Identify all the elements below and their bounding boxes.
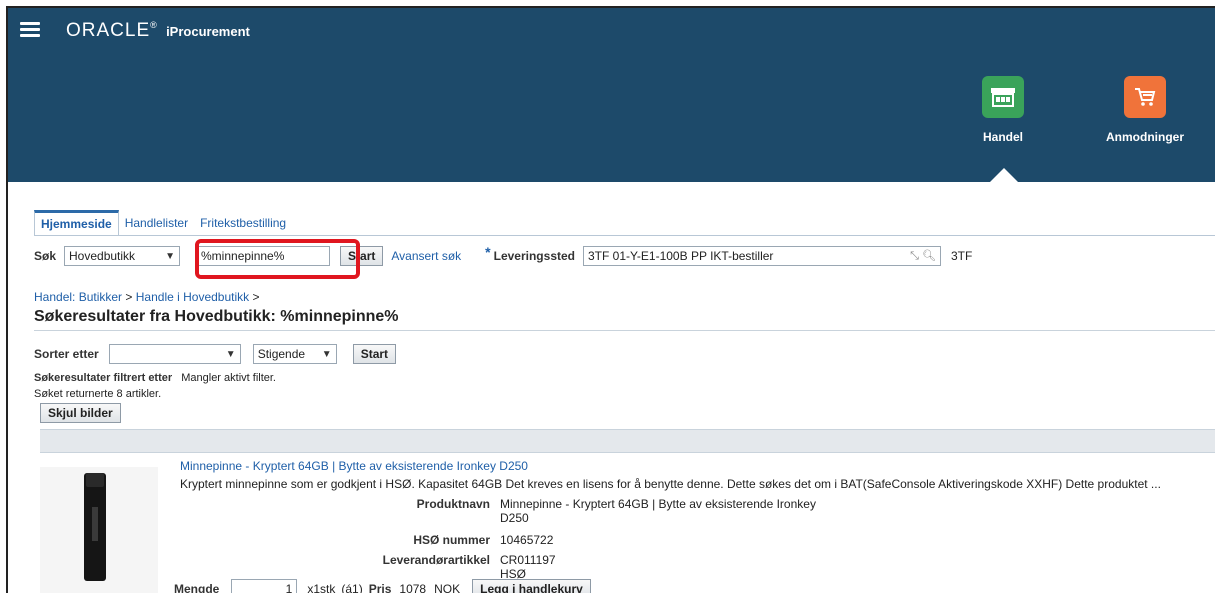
results-header — [40, 429, 1215, 453]
item-title-link[interactable]: Minnepinne - Kryptert 64GB | Bytte av ek… — [180, 459, 528, 473]
quantity-label: Mengde — [174, 582, 220, 593]
currency: NOK — [434, 582, 461, 593]
nav-tile-anmodninger[interactable]: Anmodninger — [1090, 76, 1200, 144]
unit-label: x1stk — [307, 582, 336, 593]
menu-icon[interactable] — [20, 22, 40, 38]
nav-tile-handel[interactable]: Handel — [948, 76, 1058, 144]
breadcrumb-separator: > — [125, 290, 133, 304]
unit-each: (á1) — [341, 582, 363, 593]
attr-value: Minnepinne - Kryptert 64GB | Bytte av ek… — [500, 497, 816, 511]
sort-field-select[interactable]: ▼ — [108, 344, 241, 364]
delivery-location-field[interactable]: 3TF 01-Y-E1-100B PP IKT-bestiller ⤡ 🔍︎ — [583, 246, 941, 266]
add-to-cart-button[interactable]: Legg i handlekurv — [472, 579, 591, 593]
chevron-down-icon: ▼ — [165, 250, 176, 262]
attr-value: 10465722 — [500, 533, 554, 547]
filter-value: Mangler aktivt filter. — [181, 372, 276, 384]
sort-start-button[interactable]: Start — [352, 344, 397, 364]
search-start-button[interactable]: Start — [340, 246, 384, 266]
nav-tile-label: Handel — [982, 130, 1023, 144]
sort-order-select[interactable]: Stigende ▼ — [252, 344, 337, 364]
result-item: Minnepinne - Kryptert 64GB | Bytte av ek… — [40, 453, 1215, 593]
browser-frame: ORACLE® iProcurement Handel Anmodninger … — [6, 6, 1215, 593]
product-name: iProcurement — [166, 24, 250, 39]
tab-divider — [34, 235, 1215, 236]
breadcrumb: Handel: Butikker > Handle i Hovedbutikk … — [34, 290, 260, 304]
main-content: Hjemmeside Handlelister Fritekstbestilli… — [22, 182, 1215, 593]
required-icon: * — [485, 244, 491, 260]
nav-tile-label: Anmodninger — [1106, 130, 1184, 144]
search-input-value: %minnepinne% — [201, 249, 285, 263]
sort-order-value: Stigende — [257, 347, 306, 361]
search-input[interactable]: %minnepinne% — [196, 246, 331, 266]
hide-images-button[interactable]: Skjul bilder — [40, 403, 121, 423]
attr-value: D250 — [500, 511, 529, 525]
breadcrumb-separator: > — [252, 290, 260, 304]
attr-value: CR011197 HSØ — [500, 553, 556, 581]
store-select-value: Hovedbutikk — [69, 249, 136, 263]
cart-icon — [1124, 76, 1166, 118]
tab-hjemmeside[interactable]: Hjemmeside — [34, 210, 119, 236]
sort-bar: Sorter etter ▼ Stigende ▼ Start — [34, 344, 397, 364]
attr-label: HSØ nummer — [413, 533, 490, 547]
search-label: Søk — [34, 249, 57, 263]
store-select[interactable]: Hovedbutikk ▼ — [64, 246, 181, 266]
delivery-code: 3TF — [951, 249, 973, 263]
search-bar: Søk Hovedbutikk ▼ %minnepinne% Start Ava… — [34, 244, 972, 268]
attr-label: Leverandørartikkel — [382, 553, 490, 567]
tab-bar: Hjemmeside Handlelister Fritekstbestilli… — [34, 210, 292, 236]
delivery-label: Leveringssted — [493, 249, 575, 263]
quantity-row: Mengde 1 x1stk (á1) Pris 1078 NOK Legg i… — [174, 579, 591, 593]
lov-search-icon[interactable]: ⤡ 🔍︎ — [910, 249, 936, 263]
advanced-search-link[interactable]: Avansert søk — [391, 249, 461, 263]
quantity-input[interactable]: 1 — [231, 579, 298, 593]
chevron-down-icon: ▼ — [321, 348, 332, 360]
brand-name: ORACLE — [66, 20, 151, 41]
sort-label: Sorter etter — [34, 347, 99, 361]
store-icon — [982, 76, 1024, 118]
filter-label: Søkeresultater filtrert etter — [34, 372, 173, 384]
product-image[interactable] — [40, 467, 158, 593]
breadcrumb-handel[interactable]: Handel: Butikker — [34, 290, 122, 304]
filter-status: Søkeresultater filtrert etter Mangler ak… — [34, 372, 276, 384]
app-header: ORACLE® iProcurement Handel Anmodninger — [8, 8, 1215, 182]
item-description: Kryptert minnepinne som er godkjent i HS… — [180, 477, 1161, 491]
delivery-location-value: 3TF 01-Y-E1-100B PP IKT-bestiller — [588, 249, 774, 263]
price-label: Pris — [368, 582, 392, 593]
breadcrumb-hovedbutikk[interactable]: Handle i Hovedbutikk — [136, 290, 249, 304]
tab-handlelister[interactable]: Handlelister — [119, 210, 194, 236]
active-tile-indicator — [990, 168, 1018, 182]
title-divider — [34, 330, 1215, 331]
result-count: Søket returnerte 8 artikler. — [34, 388, 162, 400]
chevron-down-icon: ▼ — [225, 348, 236, 360]
page-title: Søkeresultater fra Hovedbutikk: %minnepi… — [34, 308, 399, 325]
tab-fritekstbestilling[interactable]: Fritekstbestilling — [194, 210, 292, 236]
price-value: 1078 — [399, 582, 427, 593]
attr-label: Produktnavn — [416, 497, 490, 511]
quantity-value: 1 — [285, 582, 293, 593]
oracle-logo: ORACLE® iProcurement — [66, 20, 250, 41]
